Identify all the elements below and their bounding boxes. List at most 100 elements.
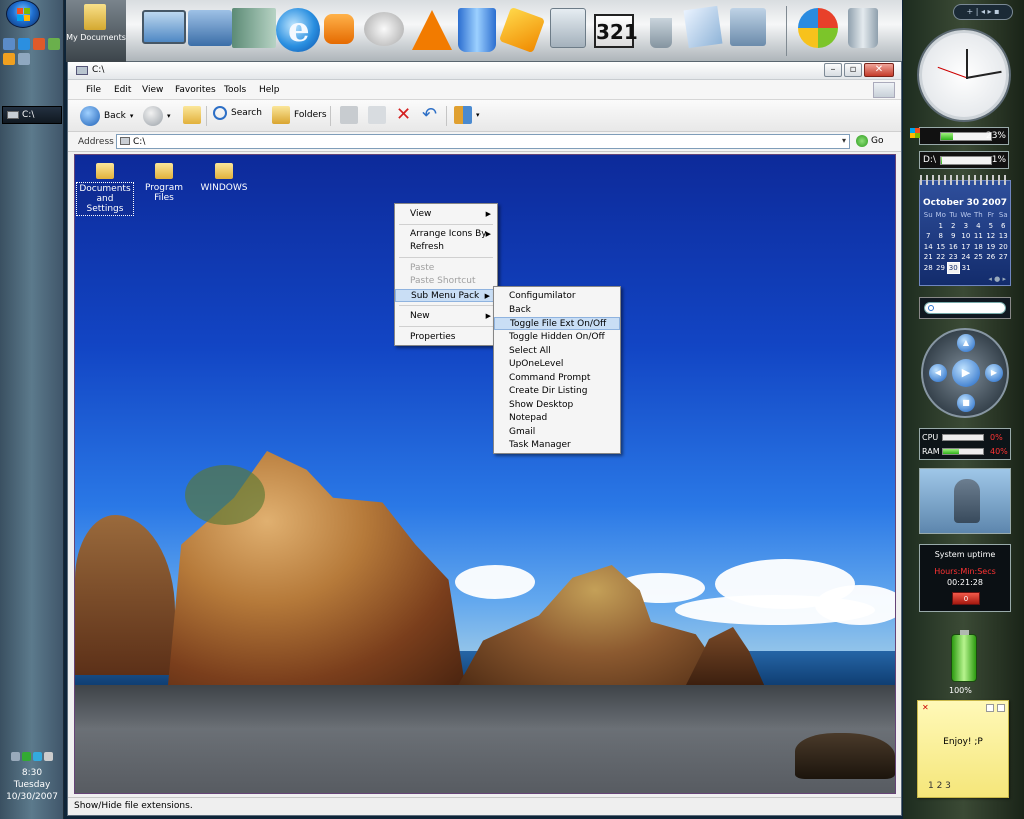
folder-windows[interactable]: WINDOWS	[195, 163, 253, 194]
bolt-icon[interactable]	[498, 6, 546, 54]
maximize-button[interactable]: ▫	[844, 63, 862, 77]
previous-button[interactable]: ◀	[929, 364, 947, 382]
calendar-day[interactable]: 13	[997, 231, 1009, 242]
calendar-day[interactable]: 19	[985, 242, 997, 253]
calendar-day[interactable]: 15	[934, 242, 947, 253]
start-button[interactable]	[6, 0, 40, 28]
sub-item-up-one-level[interactable]: UpOneLevel	[494, 358, 620, 371]
calendar-day[interactable]: 7	[922, 231, 934, 242]
dock-my-documents[interactable]: My Documents	[66, 0, 126, 62]
ctx-item-arrange-icons-by[interactable]: Arrange Icons By ▶	[395, 228, 497, 241]
sub-item-create-dir-listing[interactable]: Create Dir Listing	[494, 385, 620, 398]
sidebar-controls[interactable]: + | ◂ ▸ ▪	[953, 4, 1013, 20]
recycle-bin-icon[interactable]	[458, 8, 496, 52]
search-button[interactable]: Search	[213, 106, 262, 120]
calendar-day[interactable]: 28	[922, 263, 934, 274]
gadget-search-input[interactable]	[924, 302, 1006, 314]
calendar-day[interactable]: 4	[972, 221, 984, 232]
stop-button[interactable]: ■	[957, 394, 975, 412]
sub-item-toggle-file-ext[interactable]: Toggle File Ext On/Off	[494, 317, 620, 330]
minimize-button[interactable]: –	[824, 63, 842, 77]
calendar-day[interactable]: 21	[922, 252, 934, 263]
trash-icon[interactable]	[848, 8, 878, 48]
delete-button[interactable]: ✕	[396, 106, 411, 124]
menu-tools[interactable]: Tools	[224, 85, 246, 95]
calendar-day[interactable]: 5	[985, 221, 997, 232]
calendar-day[interactable]: 27	[997, 252, 1009, 263]
up-button[interactable]	[183, 106, 201, 124]
sub-item-show-desktop[interactable]: Show Desktop	[494, 399, 620, 412]
notebook-icon[interactable]	[232, 8, 276, 48]
copy-to-button[interactable]	[368, 106, 386, 124]
ctx-item-refresh[interactable]: Refresh	[395, 241, 497, 254]
close-button[interactable]: ✕	[864, 63, 894, 77]
sticky-note-text[interactable]: Enjoy! ;P	[918, 737, 1008, 747]
sticky-note-pages[interactable]: 1 2 3	[928, 781, 951, 791]
tray-time[interactable]: 8:30	[2, 767, 62, 779]
folders-button[interactable]: Folders	[272, 106, 327, 124]
folder-documents-and-settings[interactable]: Documents and Settings	[76, 163, 134, 216]
calendar-day[interactable]: 6	[997, 221, 1009, 232]
calculator-icon[interactable]	[550, 8, 586, 48]
vlc-cone-icon[interactable]	[412, 10, 452, 50]
notepad-icon[interactable]	[683, 5, 723, 49]
address-input[interactable]	[116, 134, 850, 149]
settings-tray-icon[interactable]	[11, 752, 20, 761]
calendar-day[interactable]: 2	[947, 221, 960, 232]
menu-view[interactable]: View	[142, 85, 163, 95]
forward-button[interactable]: ▾	[143, 106, 171, 126]
recycle-quick-icon[interactable]	[18, 53, 30, 65]
back-button[interactable]: Back ▾	[80, 106, 133, 126]
windows-logo-icon[interactable]	[798, 8, 838, 48]
menu-edit[interactable]: Edit	[114, 85, 131, 95]
sub-item-gmail[interactable]: Gmail	[494, 426, 620, 439]
ctx-item-view[interactable]: View ▶	[395, 208, 497, 221]
move-to-button[interactable]	[340, 106, 358, 124]
folder-program-files[interactable]: Program Files	[135, 163, 193, 204]
calendar-nav[interactable]: ◂ ● ▸	[988, 275, 1006, 283]
picture-gadget[interactable]	[919, 468, 1011, 534]
calendar-day[interactable]: 25	[972, 252, 984, 263]
ie-quick-icon[interactable]	[18, 38, 30, 50]
network-tray-icon[interactable]	[33, 752, 42, 761]
calendar-today[interactable]: 30	[946, 262, 961, 274]
volume-up-button[interactable]: ▲	[957, 334, 975, 352]
calendar-day[interactable]: 29	[934, 263, 947, 274]
sub-item-task-manager[interactable]: Task Manager	[494, 439, 620, 452]
control-panel-icon[interactable]	[730, 8, 766, 46]
go-button[interactable]: Go	[856, 135, 883, 147]
address-dropdown[interactable]: ▾	[838, 135, 850, 148]
clapper-321-icon[interactable]: 321	[594, 14, 638, 48]
calendar-day[interactable]: 18	[972, 242, 984, 253]
calendar-day[interactable]: 14	[922, 242, 934, 253]
sub-item-select-all[interactable]: Select All	[494, 345, 620, 358]
internet-explorer-icon[interactable]	[276, 8, 320, 52]
views-button[interactable]: ▾	[454, 106, 480, 124]
play-button[interactable]: ▶	[952, 359, 980, 387]
menu-file[interactable]: File	[86, 85, 101, 95]
volume-tray-icon[interactable]	[44, 752, 53, 761]
chevron-down-icon[interactable]: ▾	[167, 112, 171, 120]
chevron-down-icon[interactable]: ▾	[476, 111, 480, 119]
calendar-day[interactable]: 12	[985, 231, 997, 242]
network-icon[interactable]	[188, 10, 232, 46]
security-tray-icon[interactable]	[22, 752, 31, 761]
next-button[interactable]: ▶	[985, 364, 1003, 382]
calendar-day[interactable]: 26	[985, 252, 997, 263]
sub-item-configumilator[interactable]: Configumilator	[494, 290, 620, 303]
ctx-item-properties[interactable]: Properties	[395, 331, 497, 344]
sub-item-command-prompt[interactable]: Command Prompt	[494, 372, 620, 385]
show-desktop-icon[interactable]	[3, 38, 15, 50]
pens-icon[interactable]	[650, 18, 672, 48]
undo-button[interactable]: ↶	[422, 106, 437, 124]
mask-icon[interactable]	[364, 12, 404, 46]
messenger-icon[interactable]	[48, 38, 60, 50]
calendar-day[interactable]: 1	[934, 221, 947, 232]
calendar-day[interactable]: 8	[934, 231, 947, 242]
sub-item-toggle-hidden[interactable]: Toggle Hidden On/Off	[494, 331, 620, 344]
calendar-day[interactable]: 20	[997, 242, 1009, 253]
calendar-day[interactable]: 22	[934, 252, 947, 263]
computer-icon[interactable]	[142, 10, 186, 44]
calendar-day[interactable]: 31	[960, 263, 973, 274]
calendar-day[interactable]: 17	[960, 242, 973, 253]
